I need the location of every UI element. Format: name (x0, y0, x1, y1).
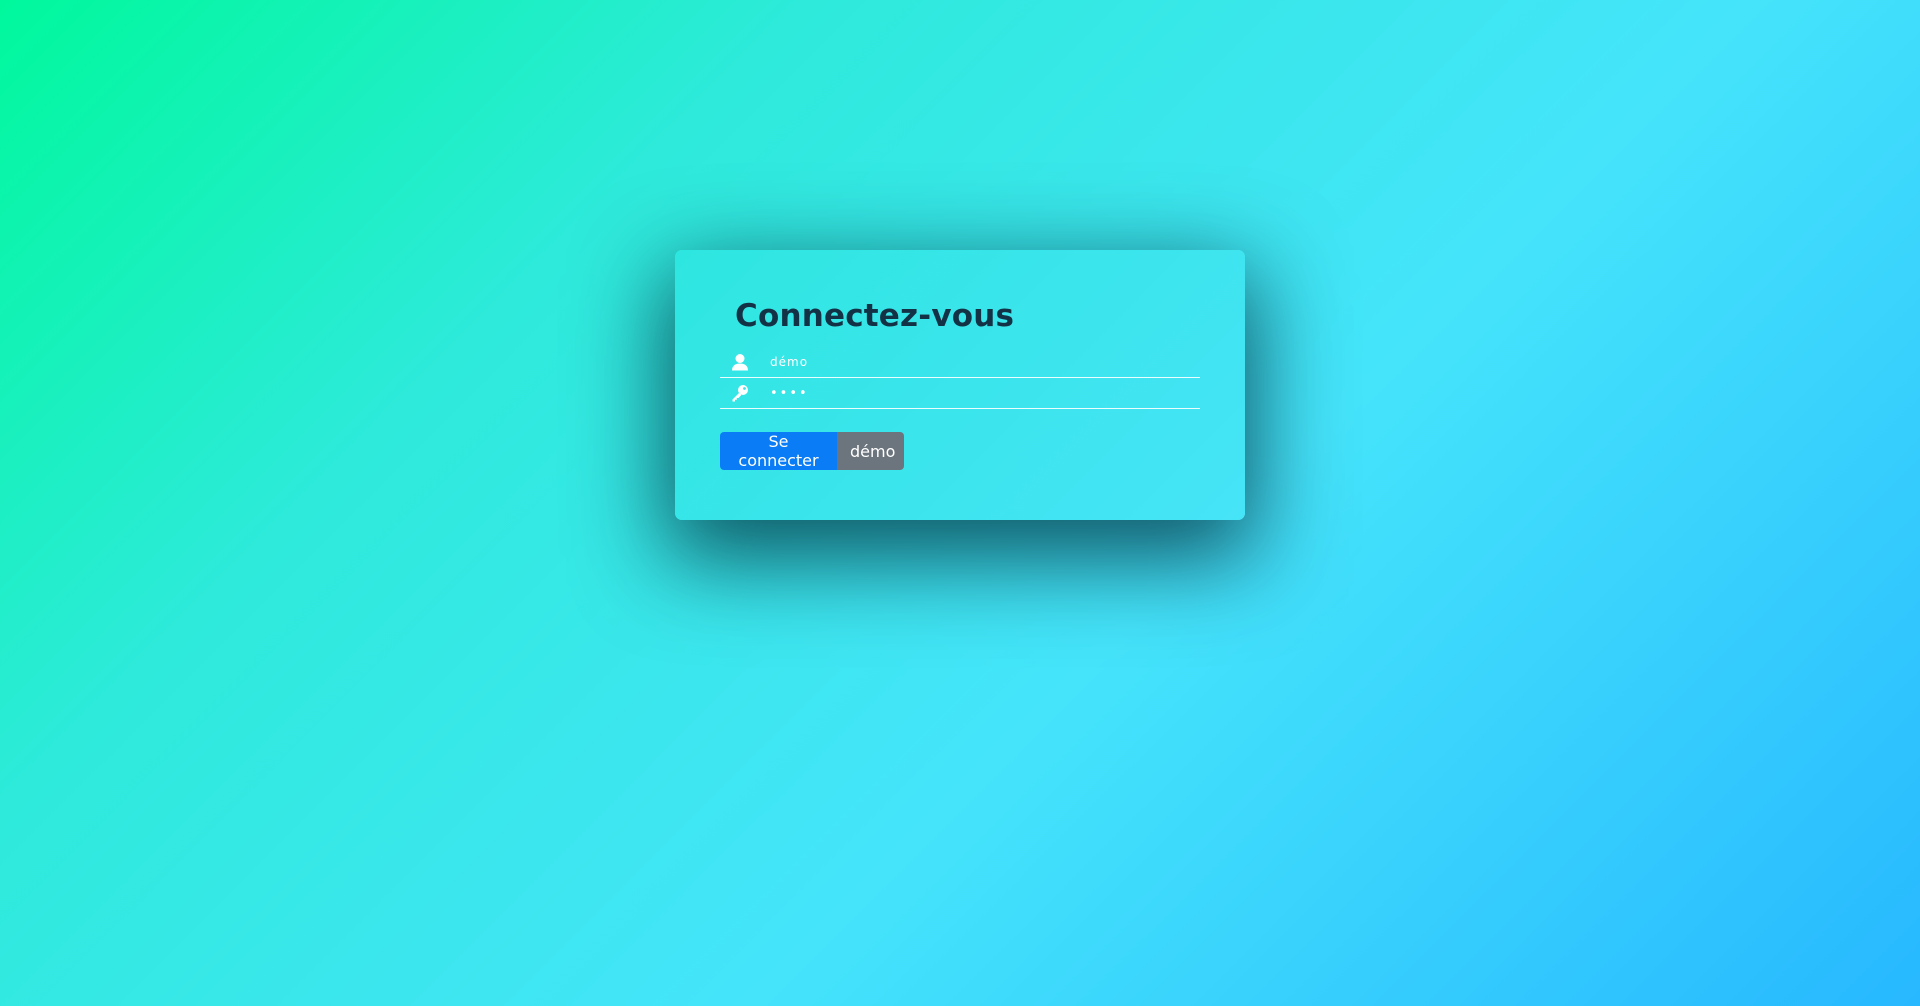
login-card: Connectez-vous Se connecter démo (675, 250, 1245, 520)
login-button[interactable]: Se connecter (720, 432, 837, 470)
username-input[interactable] (770, 351, 1190, 373)
password-row (720, 378, 1200, 409)
username-row (720, 347, 1200, 378)
demo-button[interactable]: démo (837, 432, 904, 470)
user-icon (730, 352, 750, 372)
key-icon (730, 383, 750, 403)
password-input[interactable] (770, 382, 1190, 404)
page-title: Connectez-vous (735, 298, 1015, 334)
